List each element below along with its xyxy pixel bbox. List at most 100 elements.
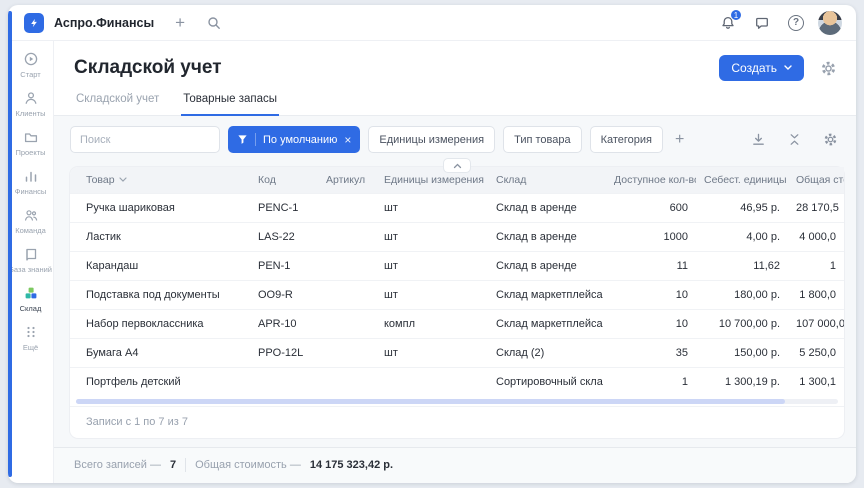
download-icon [751, 132, 766, 147]
cell-article [318, 252, 376, 281]
column-label: Товар [86, 174, 115, 186]
stock-table: Товар Код Артикул Единицы измерения Скла… [70, 167, 844, 396]
table-row[interactable]: КарандашPEN-1штСклад в аренде1111,621 [70, 252, 844, 281]
warehouse-icon [23, 285, 39, 301]
chevron-up-icon [453, 163, 462, 169]
collapse-table-button[interactable] [443, 158, 471, 173]
cell-article [318, 310, 376, 339]
app-window: Аспро.Финансы + 1 ? [8, 5, 856, 483]
sidebar-item-label: Склад [20, 304, 42, 313]
cell-total: 1 [788, 252, 844, 281]
cell-total: 1 800,0 [788, 281, 844, 310]
cell-article [318, 223, 376, 252]
sidebar-item-label: Команда [15, 226, 46, 235]
filter-product-type-button[interactable]: Тип товара [503, 126, 582, 153]
sidebar-item-warehouse[interactable]: Склад [8, 285, 53, 313]
help-button[interactable]: ? [784, 11, 808, 35]
column-header-units[interactable]: Единицы измерения [376, 167, 488, 194]
scrollbar-thumb[interactable] [76, 399, 785, 404]
cell-unit_cost: 1 300,19 р. [696, 368, 788, 397]
global-search-button[interactable] [202, 11, 226, 35]
cell-article [318, 194, 376, 223]
column-header-warehouse[interactable]: Склад [488, 167, 606, 194]
summary-divider [185, 458, 186, 472]
total-records-label: Всего записей — [74, 459, 161, 471]
search-input[interactable] [70, 126, 220, 153]
sidebar-item-projects[interactable]: Проекты [8, 129, 53, 157]
filter-category-button[interactable]: Категория [590, 126, 663, 153]
table-row[interactable]: Ручка шариковаяPENC-1штСклад в аренде600… [70, 194, 844, 223]
main-area: Складской учет Создать [54, 41, 856, 483]
topbar: Аспро.Финансы + 1 ? [8, 5, 856, 41]
horizontal-scrollbar[interactable] [76, 399, 838, 404]
cell-unit: компл [376, 310, 488, 339]
sidebar-item-label: База знаний [9, 265, 52, 274]
stock-table-card: Товар Код Артикул Единицы измерения Скла… [70, 167, 844, 438]
logo-glyph [28, 17, 40, 29]
cell-unit: шт [376, 194, 488, 223]
cell-unit_cost: 11,62 [696, 252, 788, 281]
notifications-button[interactable]: 1 [716, 11, 740, 35]
cell-unit [376, 368, 488, 397]
page-settings-button[interactable] [816, 56, 840, 80]
more-icon [23, 324, 39, 340]
table-row[interactable]: Набор первоклассникаAPR-10комплСклад мар… [70, 310, 844, 339]
cell-warehouse: Склад маркетплейса [488, 281, 606, 310]
start-icon [23, 51, 39, 67]
page-title: Складской учет [74, 57, 222, 79]
cell-total: 4 000,0 [788, 223, 844, 252]
cell-unit_cost: 4,00 р. [696, 223, 788, 252]
cell-code: PEN-1 [250, 252, 318, 281]
funnel-icon [237, 134, 248, 145]
sidebar-item-knowledge-base[interactable]: База знаний [8, 246, 53, 274]
tab-stock[interactable]: Товарные запасы [181, 93, 279, 116]
cell-code: OO9-R [250, 281, 318, 310]
cell-name: Портфель детский [70, 368, 250, 397]
export-button[interactable] [746, 128, 770, 152]
create-button[interactable]: Создать [719, 55, 804, 81]
cell-warehouse: Склад маркетплейса [488, 310, 606, 339]
sidebar-item-label: Проекты [15, 148, 45, 157]
column-header-article[interactable]: Артикул [318, 167, 376, 194]
chip-label: По умолчанию [263, 134, 337, 146]
sidebar-item-clients[interactable]: Клиенты [8, 90, 53, 118]
sidebar-item-start[interactable]: Старт [8, 51, 53, 79]
add-filter-button[interactable]: + [671, 131, 688, 149]
table-settings-button[interactable] [818, 128, 842, 152]
table-row[interactable]: ЛастикLAS-22штСклад в аренде10004,00 р.4… [70, 223, 844, 252]
cell-code: PENC-1 [250, 194, 318, 223]
table-row[interactable]: Портфель детскийСортировочный скла11 300… [70, 368, 844, 397]
cell-warehouse: Склад в аренде [488, 223, 606, 252]
column-header-unit-cost[interactable]: Себест. единицы [696, 167, 788, 194]
table-row[interactable]: Подставка под документыOO9-RштСклад марк… [70, 281, 844, 310]
cell-code: APR-10 [250, 310, 318, 339]
close-icon[interactable]: × [344, 133, 351, 147]
column-header-code[interactable]: Код [250, 167, 318, 194]
tab-warehouse-accounting[interactable]: Складской учет [74, 93, 161, 116]
create-button-label: Создать [731, 61, 777, 75]
sort-chevron-icon [119, 177, 127, 182]
sidebar-item-more[interactable]: Ещё [8, 324, 53, 352]
column-header-available-qty[interactable]: Доступное кол-во [606, 167, 696, 194]
chat-button[interactable] [750, 11, 774, 35]
quick-add-button[interactable]: + [168, 11, 192, 35]
column-header-product[interactable]: Товар [70, 167, 250, 194]
column-header-total-cost[interactable]: Общая стоимость [788, 167, 844, 194]
sidebar-item-label: Старт [20, 70, 40, 79]
cell-warehouse: Склад в аренде [488, 194, 606, 223]
tab-bar: Складской учет Товарные запасы [54, 93, 856, 116]
total-cost-value: 14 175 323,42 р. [310, 459, 393, 471]
table-row[interactable]: Бумага А4PPO-12LштСклад (2)35150,00 р.5 … [70, 339, 844, 368]
gear-icon [823, 132, 838, 147]
avatar[interactable] [818, 11, 842, 35]
collapse-rows-button[interactable] [782, 128, 806, 152]
filter-toolbar: По умолчанию × Единицы измерения Тип тов… [70, 126, 844, 153]
cell-name: Бумага А4 [70, 339, 250, 368]
default-filter-chip[interactable]: По умолчанию × [228, 126, 360, 153]
cell-unit: шт [376, 252, 488, 281]
sidebar-item-finance[interactable]: Финансы [8, 168, 53, 196]
cell-qty: 11 [606, 252, 696, 281]
filter-units-button[interactable]: Единицы измерения [368, 126, 495, 153]
sidebar-item-team[interactable]: Команда [8, 207, 53, 235]
cell-unit_cost: 180,00 р. [696, 281, 788, 310]
